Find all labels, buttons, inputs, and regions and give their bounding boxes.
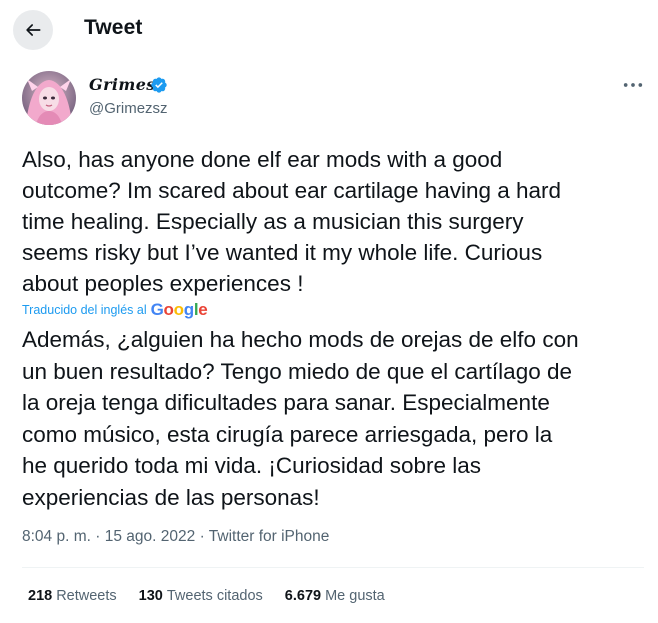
- meta-separator: ·: [95, 528, 101, 545]
- google-logo-letter: o: [173, 300, 184, 319]
- tweet-text: Also, has anyone done elf ear mods with …: [22, 147, 562, 296]
- retweets-label: Retweets: [56, 588, 117, 604]
- divider: [22, 567, 644, 568]
- google-logo-letter: e: [198, 300, 208, 319]
- translation-attribution[interactable]: Traducido del inglés al Google: [22, 299, 208, 321]
- author-handle[interactable]: @Grimezsz: [89, 100, 168, 117]
- avatar-image: [22, 71, 76, 125]
- translation-label: Traducido del inglés al: [22, 303, 147, 317]
- retweets-count: 218: [28, 588, 53, 604]
- google-logo: Google: [151, 300, 208, 320]
- retweets-stat[interactable]: 218 Retweets: [28, 588, 117, 604]
- author-display-name[interactable]: Grimes: [89, 75, 156, 94]
- verified-badge-icon: [151, 77, 167, 93]
- page-title: Tweet: [84, 16, 143, 39]
- likes-stat[interactable]: 6.679 Me gusta: [285, 588, 385, 604]
- google-logo-letter: g: [183, 300, 194, 319]
- quote-tweets-count: 130: [138, 588, 163, 604]
- tweet-time[interactable]: 8:04 p. m.: [22, 528, 91, 545]
- quote-tweets-stat[interactable]: 130 Tweets citados: [139, 588, 263, 604]
- likes-label: Me gusta: [325, 588, 385, 604]
- google-logo-letter: G: [150, 300, 164, 319]
- google-logo-letter: o: [163, 300, 174, 319]
- tweet-stats: 218 Retweets 130 Tweets citados 6.679 Me gu…: [28, 588, 407, 604]
- likes-count: 6.679: [284, 588, 322, 604]
- more-options-button[interactable]: [618, 74, 648, 96]
- quote-tweets-label: Tweets citados: [166, 588, 263, 604]
- more-horizontal-icon: [623, 83, 643, 87]
- translated-text: Además, ¿alguien ha hecho mods de orejas…: [22, 327, 579, 510]
- meta-separator: ·: [199, 528, 205, 545]
- arrow-left-icon: [26, 24, 41, 36]
- avatar[interactable]: [22, 71, 76, 125]
- tweet-date[interactable]: 15 ago. 2022: [105, 528, 196, 545]
- back-button[interactable]: [13, 10, 53, 50]
- tweet-metadata: 8:04 p. m. · 15 ago. 2022 · Twitter for …: [22, 528, 329, 546]
- top-bar: Tweet: [0, 0, 658, 58]
- tweet-source[interactable]: Twitter for iPhone: [209, 528, 330, 545]
